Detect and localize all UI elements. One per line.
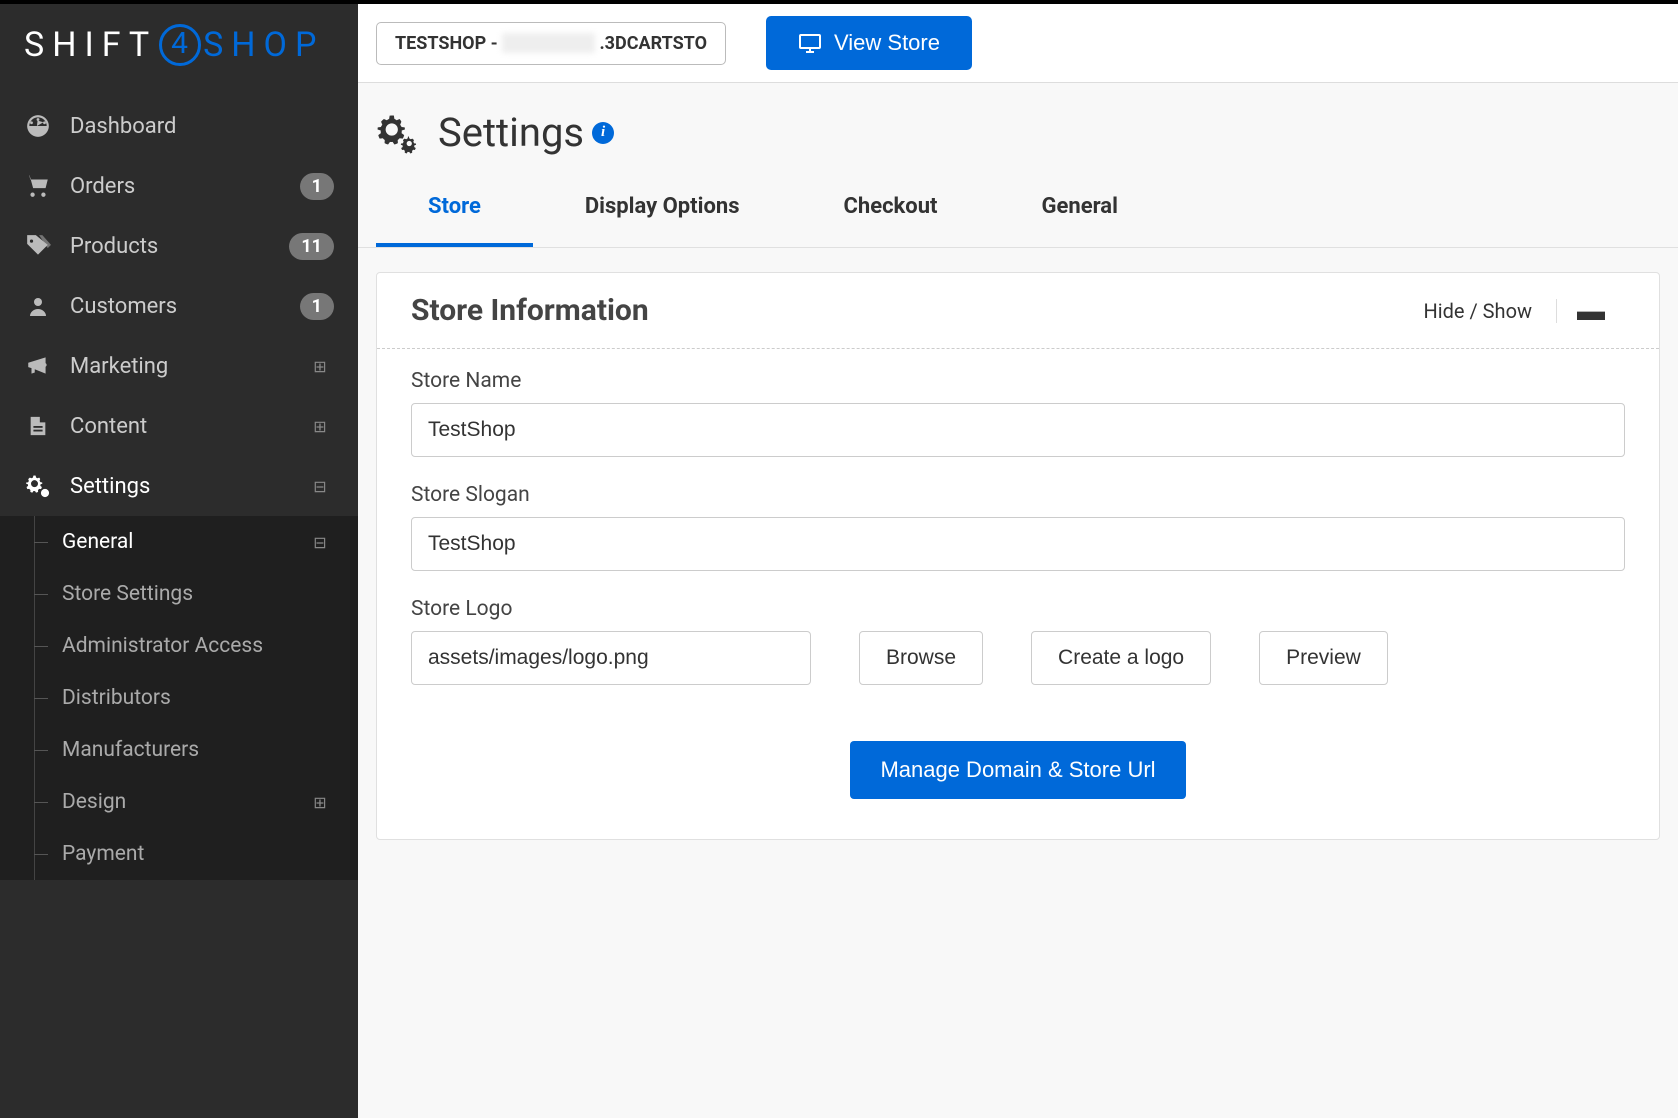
page-header: Settings i (358, 83, 1678, 170)
gears-icon (376, 112, 418, 154)
dashboard-icon (24, 112, 52, 140)
sidebar-item-label: Customers (70, 294, 300, 319)
sidebar: SHIFT 4 SHOP Dashboard Orders 1 Products… (0, 4, 358, 1118)
products-badge: 11 (289, 233, 334, 260)
redacted-icon (502, 33, 596, 53)
store-logo-input[interactable] (411, 631, 811, 685)
store-selector[interactable]: TESTSHOP - .3DCARTSTO (376, 22, 726, 65)
plus-icon: ⊞ (306, 793, 334, 812)
browse-button[interactable]: Browse (859, 631, 983, 685)
subnav-item-admin-access[interactable]: Administrator Access (34, 620, 358, 672)
user-icon (24, 292, 52, 320)
sidebar-item-label: Dashboard (70, 114, 334, 139)
store-suffix: .3DCARTSTO (599, 33, 707, 54)
cart-icon (24, 172, 52, 200)
store-name-input[interactable] (411, 403, 1625, 457)
settings-subnav: General ⊟ Store Settings Administrator A… (0, 516, 358, 880)
tab-checkout[interactable]: Checkout (792, 170, 990, 247)
minus-icon: ⊟ (306, 477, 334, 496)
tab-store[interactable]: Store (376, 170, 533, 247)
tab-general[interactable]: General (990, 170, 1170, 247)
logo-shop: SHOP (203, 25, 324, 65)
tab-display-options[interactable]: Display Options (533, 170, 792, 247)
subnav-item-payment[interactable]: Payment (34, 828, 358, 880)
customers-badge: 1 (300, 293, 334, 320)
orders-badge: 1 (300, 173, 334, 200)
sidebar-item-dashboard[interactable]: Dashboard (0, 96, 358, 156)
subnav-item-general[interactable]: General ⊟ (34, 516, 358, 568)
store-slogan-input[interactable] (411, 517, 1625, 571)
logo-4: 4 (159, 24, 201, 66)
sidebar-item-label: Content (70, 414, 306, 439)
panel-title: Store Information (411, 293, 1399, 328)
store-prefix: TESTSHOP - (395, 33, 498, 54)
create-logo-button[interactable]: Create a logo (1031, 631, 1211, 685)
store-information-panel: Store Information Hide / Show ▬ Store Na… (376, 272, 1660, 840)
collapse-icon[interactable]: ▬ (1557, 306, 1625, 316)
view-store-button[interactable]: View Store (766, 16, 972, 70)
sidebar-item-marketing[interactable]: Marketing ⊞ (0, 336, 358, 396)
store-name-label: Store Name (411, 369, 1625, 393)
bullhorn-icon (24, 352, 52, 380)
manage-domain-button[interactable]: Manage Domain & Store Url (850, 741, 1185, 799)
sidebar-item-settings[interactable]: Settings ⊟ (0, 456, 358, 516)
subnav-item-distributors[interactable]: Distributors (34, 672, 358, 724)
plus-icon: ⊞ (306, 357, 334, 376)
subnav-item-store-settings[interactable]: Store Settings (34, 568, 358, 620)
hide-show-toggle[interactable]: Hide / Show (1399, 299, 1557, 323)
page-title: Settings (438, 109, 584, 156)
sidebar-item-label: Settings (70, 474, 306, 499)
subnav-item-design[interactable]: Design ⊞ (34, 776, 358, 828)
sidebar-item-orders[interactable]: Orders 1 (0, 156, 358, 216)
file-icon (24, 412, 52, 440)
tabs: Store Display Options Checkout General (358, 170, 1678, 248)
store-slogan-label: Store Slogan (411, 483, 1625, 507)
sidebar-item-products[interactable]: Products 11 (0, 216, 358, 276)
topbar: TESTSHOP - .3DCARTSTO View Store (358, 4, 1678, 83)
tag-icon (24, 232, 52, 260)
plus-icon: ⊞ (306, 417, 334, 436)
logo[interactable]: SHIFT 4 SHOP (0, 4, 358, 96)
minus-icon: ⊟ (306, 533, 334, 552)
panel-body: Store Name Store Slogan Store Logo Brows… (377, 349, 1659, 839)
subnav-item-manufacturers[interactable]: Manufacturers (34, 724, 358, 776)
sidebar-item-label: Orders (70, 174, 300, 199)
panel-header: Store Information Hide / Show ▬ (377, 273, 1659, 349)
sidebar-item-content[interactable]: Content ⊞ (0, 396, 358, 456)
store-logo-label: Store Logo (411, 597, 1625, 621)
monitor-icon (798, 33, 822, 53)
logo-shift: SHIFT (24, 25, 157, 65)
info-icon[interactable]: i (592, 122, 614, 144)
preview-button[interactable]: Preview (1259, 631, 1388, 685)
sidebar-item-customers[interactable]: Customers 1 (0, 276, 358, 336)
main-content: TESTSHOP - .3DCARTSTO View Store Setting… (358, 4, 1678, 1118)
sidebar-item-label: Marketing (70, 354, 306, 379)
gears-icon (24, 472, 52, 500)
sidebar-item-label: Products (70, 234, 289, 259)
